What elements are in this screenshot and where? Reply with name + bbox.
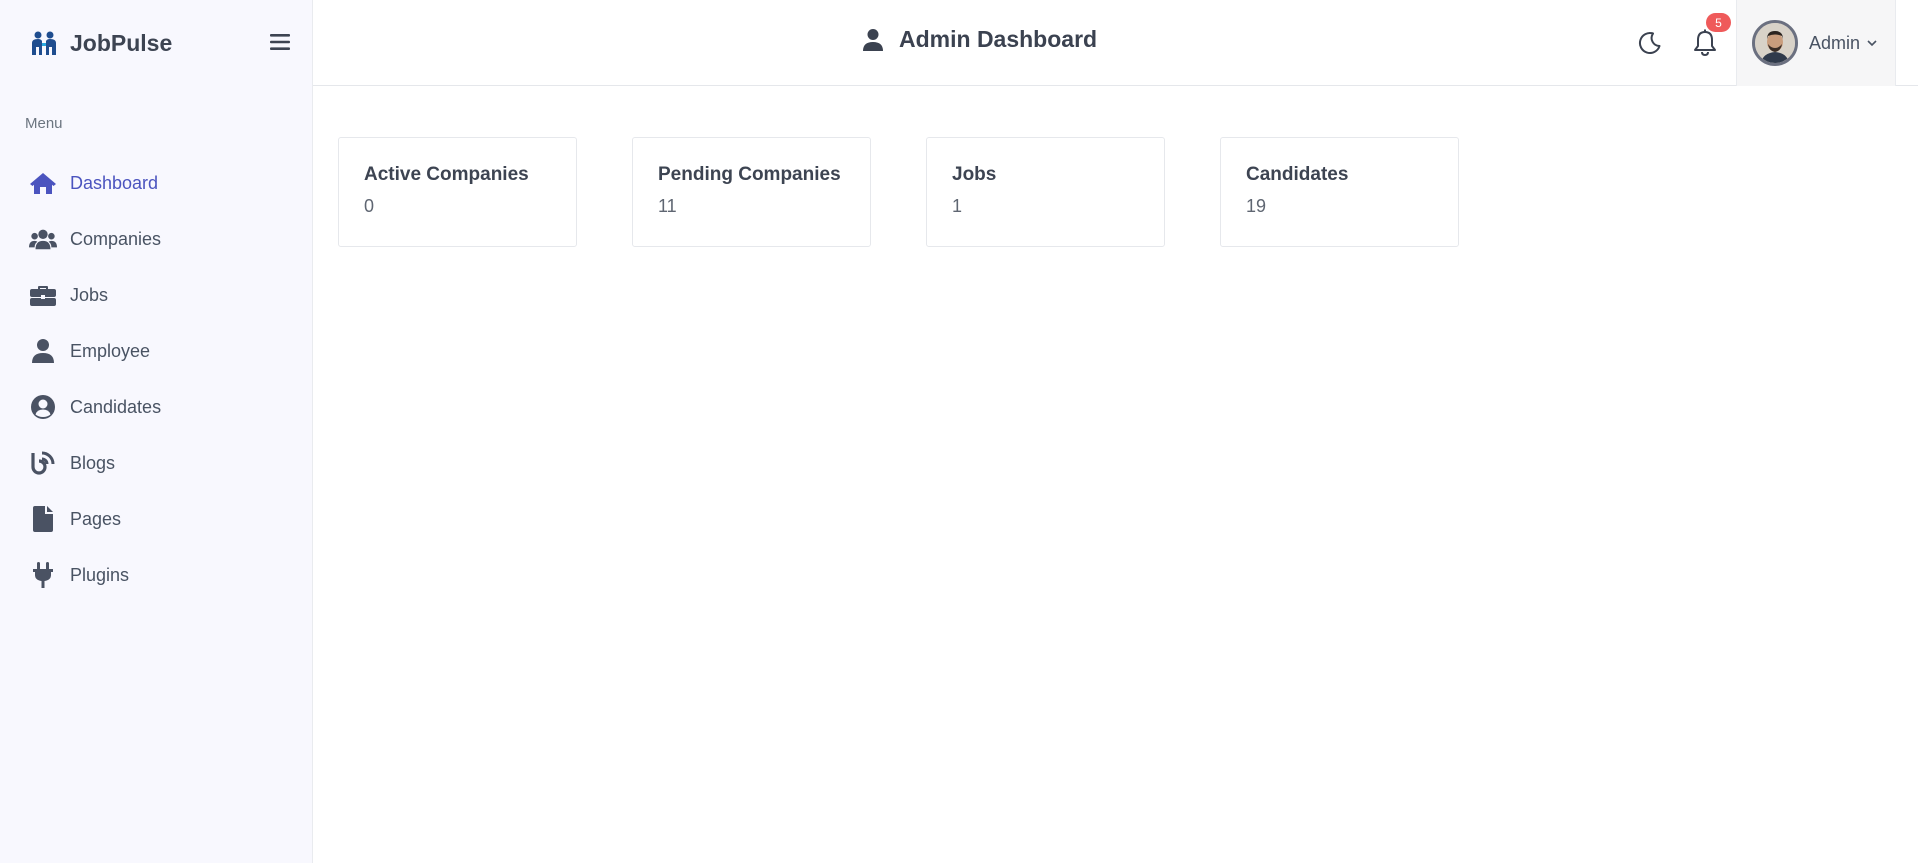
user-icon	[29, 338, 57, 364]
user-icon	[863, 28, 883, 51]
page-title: Admin Dashboard	[863, 26, 1097, 53]
notification-count-badge[interactable]: 5	[1706, 13, 1731, 32]
sidebar-item-companies[interactable]: Companies	[0, 211, 313, 267]
jobpulse-logo-icon[interactable]	[29, 28, 59, 58]
chevron-down-icon[interactable]	[1867, 39, 1877, 47]
stat-card-title: Jobs	[952, 164, 997, 185]
user-name[interactable]: Admin	[1809, 33, 1860, 54]
top-header: Admin Dashboard 5 Admin	[313, 0, 1918, 86]
stat-card-value: 0	[364, 196, 375, 216]
sidebar-item-label: Employee	[70, 340, 151, 361]
stat-card-value: 1	[952, 196, 963, 216]
sidebar-item-label: Blogs	[70, 452, 116, 473]
sidebar-item-plugins[interactable]: Plugins	[0, 547, 313, 603]
menu-heading: Menu	[25, 115, 63, 132]
sidebar-item-jobs[interactable]: Jobs	[0, 267, 313, 323]
blog-icon	[29, 450, 57, 476]
sidebar: JobPulse Menu Dashboard Companies Jobs E…	[0, 0, 313, 863]
user-circle-icon	[29, 394, 57, 420]
avatar[interactable]	[1752, 20, 1798, 66]
brand: JobPulse	[0, 0, 312, 86]
briefcase-icon	[29, 282, 57, 308]
sidebar-nav: Dashboard Companies Jobs Employee Candid…	[0, 155, 313, 603]
notification-bell-icon[interactable]	[1691, 28, 1719, 58]
sidebar-item-label: Pages	[70, 508, 122, 529]
sidebar-item-pages[interactable]: Pages	[0, 491, 313, 547]
hamburger-menu-icon[interactable]	[267, 30, 293, 54]
sidebar-item-label: Jobs	[70, 284, 109, 305]
stat-card-jobs: Jobs 1	[926, 137, 1165, 247]
sidebar-item-label: Dashboard	[70, 172, 159, 193]
stat-card-title: Active Companies	[364, 164, 529, 185]
stat-card-title: Pending Companies	[658, 164, 841, 185]
page-title-text: Admin Dashboard	[899, 26, 1098, 52]
sidebar-item-employee[interactable]: Employee	[0, 323, 313, 379]
sidebar-item-label: Candidates	[70, 396, 162, 417]
user-menu[interactable]: Admin	[1736, 0, 1896, 86]
stat-card-value: 19	[1246, 196, 1267, 216]
home-icon	[29, 170, 57, 196]
sidebar-item-label: Companies	[70, 228, 162, 249]
stat-card-title: Candidates	[1246, 164, 1349, 185]
sidebar-item-dashboard[interactable]: Dashboard	[0, 155, 313, 211]
stat-card-active-companies: Active Companies 0	[338, 137, 577, 247]
stat-card-value: 11	[658, 196, 677, 216]
users-icon	[29, 226, 57, 252]
brand-name[interactable]: JobPulse	[70, 30, 172, 57]
stats-cards: Active Companies 0 Pending Companies 11 …	[338, 137, 1459, 247]
dark-mode-toggle-moon-icon[interactable]	[1636, 29, 1664, 57]
plug-icon	[29, 562, 57, 588]
sidebar-item-candidates[interactable]: Candidates	[0, 379, 313, 435]
sidebar-item-label: Plugins	[70, 564, 130, 585]
stat-card-candidates: Candidates 19	[1220, 137, 1459, 247]
sidebar-item-blogs[interactable]: Blogs	[0, 435, 313, 491]
file-icon	[29, 506, 57, 532]
stat-card-pending-companies: Pending Companies 11	[632, 137, 871, 247]
